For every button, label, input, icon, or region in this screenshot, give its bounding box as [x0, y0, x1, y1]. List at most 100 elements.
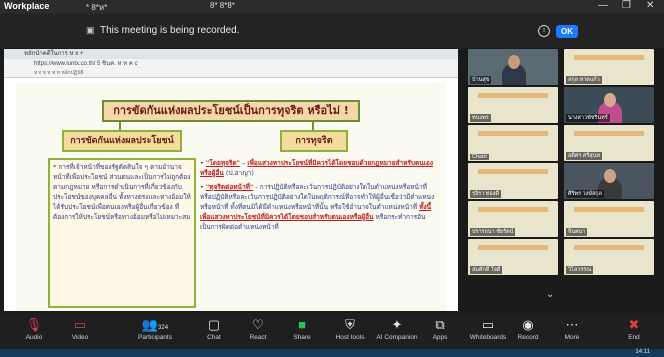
participants-label: Participants — [138, 334, 172, 341]
whiteboard-icon: ▭ — [481, 317, 495, 332]
sparkle-icon: ✦ — [391, 317, 403, 332]
participant-tile[interactable]: ทนงพร — [468, 87, 558, 123]
minimize-icon[interactable]: — — [598, 0, 608, 11]
window-tab-1[interactable]: * 8*ห* — [86, 1, 107, 14]
chat-button[interactable]: ▢ Chat — [200, 316, 228, 341]
info-icon[interactable]: i — [538, 25, 550, 37]
participant-tile[interactable]: บ้านสุข — [468, 49, 558, 85]
browser-address-bar: https://www.luntx.co.th/ 5 ชินค. ห ห ค c — [4, 59, 458, 69]
thumbnail-title-bar — [574, 131, 644, 136]
more-button[interactable]: ⋯ More — [558, 316, 586, 341]
whiteboards-button[interactable]: ▭ Whiteboards — [466, 316, 510, 341]
shield-icon: ⛨ — [345, 317, 355, 332]
participant-name: สมศักดิ์ ใจดี — [470, 266, 503, 274]
participant-tile[interactable]: วิไลวรรณ — [564, 239, 654, 275]
participants-button[interactable]: 👥324 Participants — [130, 316, 180, 341]
recording-icon: ▣ — [86, 25, 95, 35]
slide-paragraph-2: • "ทุจริตต่อหน้าที่" - การปฏิบัติหรือละเ… — [200, 183, 435, 231]
participant-name: ทนงพร — [470, 114, 491, 122]
participant-name: Chatri — [470, 154, 489, 160]
participant-face — [508, 55, 520, 69]
participant-name: ปรารถนา ชัยรัตน์ — [470, 228, 516, 236]
connector-line-left — [119, 120, 121, 130]
window-tab-2[interactable]: 8* 8*8* — [210, 1, 235, 10]
host-tools-button[interactable]: ⛨ Host tools — [330, 316, 370, 341]
browser-tab-bar: หลักนำคดีในการ ห x + — [4, 49, 458, 59]
mic-muted-icon: 🎙 — [25, 317, 43, 332]
video-label: Video — [71, 334, 89, 341]
participants-count: 324 — [158, 325, 169, 331]
slide-text-left: * การที่เจ้าหน้าที่ของรัฐตัดสินใจ ๆ ตามอ… — [48, 158, 196, 308]
end-label: End — [628, 334, 640, 341]
thumbnail-title-bar — [574, 55, 644, 60]
thumbnail-title-bar — [574, 245, 644, 250]
participant-tile[interactable]: นางสาวพัชรินทร์ — [564, 87, 654, 123]
recording-message: This meeting is being recorded. — [100, 25, 240, 36]
record-icon: ◉ — [522, 317, 534, 332]
participant-face — [604, 169, 616, 183]
window-title: Workplace — [4, 1, 50, 11]
ok-button[interactable]: OK — [556, 25, 578, 38]
participant-tile[interactable]: ศิริพร วงษ์สกุล — [564, 163, 654, 199]
record-button[interactable]: ◉ Record — [514, 316, 542, 341]
participant-tile[interactable]: Chatri — [468, 125, 558, 161]
apps-label: Apps — [432, 334, 448, 341]
slide-heading-right: การทุจริต — [280, 130, 348, 152]
thumbnail-title-bar — [478, 169, 548, 174]
whiteboards-label: Whiteboards — [469, 334, 507, 341]
thumbnail-title-bar — [478, 93, 548, 98]
participant-name: อดิศร ศรีสุนท — [566, 152, 603, 160]
chevron-down-icon[interactable]: ⌄ — [546, 289, 554, 300]
more-icon: ⋯ — [565, 317, 579, 332]
thumbnail-title-bar — [478, 245, 548, 250]
shared-screen: หลักนำคดีในการ ห x + https://www.luntx.c… — [4, 49, 458, 311]
participants-icon: 👥324 — [141, 317, 169, 332]
recording-banner: ▣ This meeting is being recorded. i OK — [0, 14, 664, 48]
participant-name: สกุล หาดแก้ว — [566, 76, 602, 84]
participant-tile[interactable]: ปรารถนา ชัยรัตน์ — [468, 201, 558, 237]
apps-button[interactable]: ⧉ Apps — [426, 316, 454, 341]
connector-line-right — [312, 120, 314, 130]
participant-face — [604, 93, 616, 107]
more-label: More — [564, 334, 580, 341]
close-icon[interactable]: ✕ — [646, 0, 654, 11]
react-button[interactable]: ♡ React — [244, 316, 272, 341]
audio-button[interactable]: 🎙 Audio — [20, 316, 48, 341]
taskbar-clock: 14:11 — [635, 349, 650, 355]
browser-tab-title[interactable]: หลักนำคดีในการ ห x + — [24, 51, 83, 57]
participant-name: นางสาวพัชรินทร์ — [566, 114, 610, 122]
participant-name: บ้านสุข — [470, 76, 492, 84]
slide-paragraph-1: • "โดยทุจริต" – เพื่อแสวงหาประโยชน์ที่มิ… — [200, 159, 433, 177]
presentation-slide: การขัดกันแห่งผลประโยชน์เป็นการทุจริต หรื… — [16, 83, 446, 311]
thumbnail-title-bar — [478, 131, 548, 136]
video-off-icon: ▭ — [73, 317, 87, 332]
maximize-icon[interactable]: ❐ — [622, 0, 631, 11]
share-button[interactable]: ■ Share — [288, 316, 316, 341]
ai-companion-button[interactable]: ✦ AI Companion — [372, 316, 422, 341]
share-screen-icon: ■ — [298, 317, 306, 332]
slide-text-right: • "โดยทุจริต" – เพื่อแสวงหาประโยชน์ที่มิ… — [200, 158, 440, 308]
participant-tile[interactable]: รุจิรา ทองดี — [468, 163, 558, 199]
end-icon: ✖ — [628, 317, 640, 332]
participant-name: ศิริพร วงษ์สกุล — [566, 190, 605, 198]
participant-tile[interactable]: สมศักดิ์ ใจดี — [468, 239, 558, 275]
chat-label: Chat — [207, 334, 221, 341]
end-button[interactable]: ✖ End — [620, 316, 648, 341]
participant-gallery: บ้านสุข สกุล หาดแก้วทนงพร นางสาวพัชรินทร์ C… — [468, 49, 654, 281]
participant-tile[interactable]: จินตนา — [564, 201, 654, 237]
browser-bookmarks[interactable]: ห x ห ห ห ห หลักปฏิบัติ — [34, 70, 84, 76]
video-button[interactable]: ▭ Video — [66, 316, 94, 341]
term-ref-1: (ป.อาญา) — [225, 169, 254, 177]
share-label: Share — [293, 334, 311, 341]
slide-heading-left: การขัดกันแห่งผลประโยชน์ — [62, 130, 182, 152]
thumbnail-title-bar — [574, 207, 644, 212]
participant-tile[interactable]: อดิศร ศรีสุนท — [564, 125, 654, 161]
browser-url[interactable]: https://www.luntx.co.th/ 5 ชินค. ห ห ค c — [34, 61, 137, 67]
term-label-1: "โดยทุจริต" — [205, 159, 241, 167]
participant-tile[interactable]: สกุล หาดแก้ว — [564, 49, 654, 85]
os-taskbar: 14:11 — [0, 349, 664, 357]
apps-icon: ⧉ — [435, 317, 445, 332]
participant-name: จินตนา — [566, 228, 588, 236]
thumbnail-title-bar — [478, 207, 548, 212]
participant-name: รุจิรา ทองดี — [470, 190, 501, 198]
